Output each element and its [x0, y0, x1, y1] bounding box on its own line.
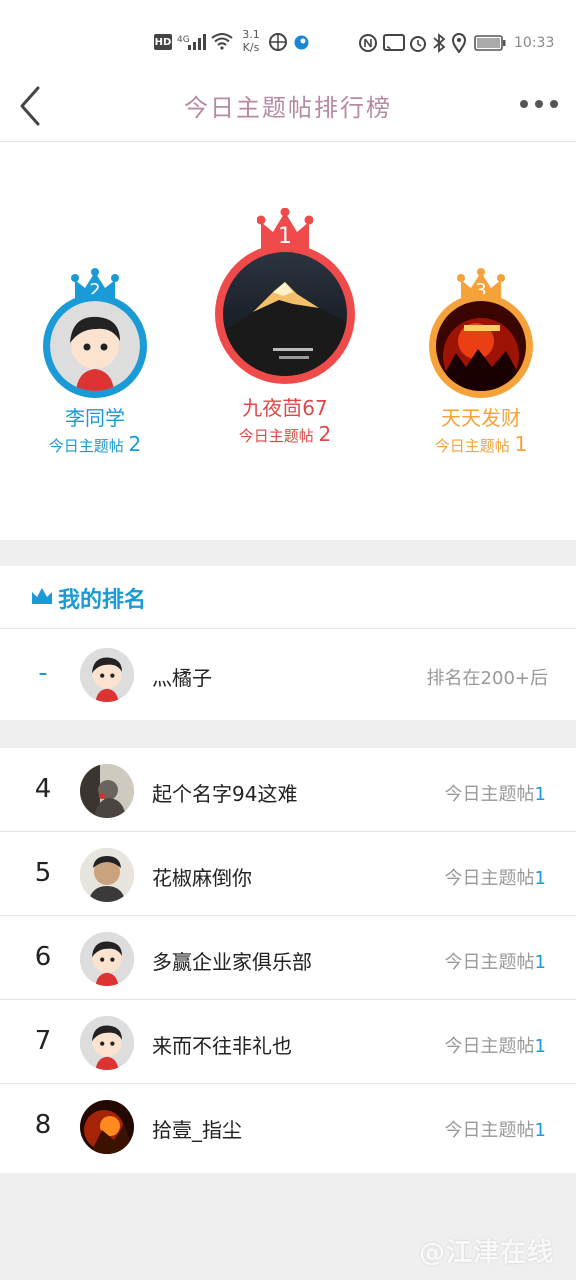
- podium-name: 九夜茴67: [242, 396, 328, 420]
- list-item[interactable]: 4 起个名字94这难 今日主题帖1: [0, 748, 576, 832]
- post-count: 今日主题帖1: [445, 864, 546, 890]
- podium-first[interactable]: 1 九夜茴67 今日主题帖 2: [210, 208, 360, 448]
- rank-status: 排名在200+后: [426, 668, 548, 689]
- count-label: 今日主题帖: [444, 1120, 535, 1141]
- user-name: 来而不往非礼也: [152, 1034, 292, 1058]
- count-label: 今日主题帖: [434, 437, 510, 455]
- location-icon: [451, 33, 467, 53]
- my-rank-section: 我的排名 - 灬橘子 排名在200+后: [0, 566, 576, 720]
- list-item[interactable]: 6 多赢企业家俱乐部 今日主题帖1: [0, 916, 576, 1000]
- rank-number: -: [38, 658, 48, 688]
- rank-number: 5: [34, 858, 52, 888]
- count-label: 今日主题帖: [48, 437, 124, 455]
- default-avatar-image: [80, 1016, 134, 1070]
- ranking-list: 4 起个名字94这难 今日主题帖1 5 花椒麻倒你 今日主题帖1 6 多赢企业家…: [0, 748, 576, 1173]
- count-value: 2: [318, 422, 332, 446]
- default-avatar-image: [80, 648, 134, 702]
- nav-bar: 今日主题帖排行榜: [0, 80, 576, 142]
- rank-number: 4: [34, 774, 52, 804]
- avatar: [429, 294, 533, 398]
- battery-icon: [474, 35, 506, 51]
- user-name: 灬橘子: [152, 666, 212, 690]
- hd-badge: HD: [154, 34, 172, 50]
- speed-value: 3.1: [242, 28, 260, 41]
- list-item[interactable]: 7 来而不往非礼也 今日主题帖1: [0, 1000, 576, 1084]
- user-photo-image: [80, 848, 134, 902]
- user-photo-image: [80, 1100, 134, 1154]
- speed-unit: K/s: [242, 41, 260, 54]
- nfc-icon: [359, 34, 377, 52]
- podium-second[interactable]: 2 李同学 今日主题帖 2: [30, 268, 160, 458]
- bluetooth-icon: [433, 33, 446, 53]
- list-item[interactable]: 5 花椒麻倒你 今日主题帖1: [0, 832, 576, 916]
- avatar: [80, 1100, 134, 1154]
- user-name: 拾壹_指尘: [152, 1118, 242, 1142]
- podium: 2 李同学 今日主题帖 2 1 九夜茴67 今日主题帖 2 3 天天发财 今日主…: [0, 142, 576, 540]
- mountain-avatar-image: [223, 252, 347, 376]
- default-avatar-image: [50, 301, 140, 391]
- podium-count: 今日主题帖 2: [210, 422, 360, 446]
- rank-number: 6: [34, 942, 52, 972]
- my-rank-row[interactable]: - 灬橘子 排名在200+后: [0, 630, 576, 720]
- network-speed: 3.1 K/s: [240, 28, 262, 54]
- rank-number: 7: [34, 1026, 52, 1056]
- more-button[interactable]: [520, 98, 558, 110]
- avatar: [43, 294, 147, 398]
- avatar: [80, 932, 134, 986]
- status-bar: HD 4G 3.1 K/s 10:33: [0, 0, 576, 80]
- podium-count: 今日主题帖 1: [416, 432, 546, 456]
- my-rank-title: 我的排名: [58, 588, 147, 613]
- cast-icon: [383, 34, 405, 51]
- alarm-icon: [410, 36, 426, 52]
- avatar: [80, 848, 134, 902]
- app-dot-icon: [294, 35, 309, 50]
- count-value: 1: [514, 432, 528, 456]
- post-count: 今日主题帖1: [445, 1116, 546, 1142]
- count-value: 1: [534, 868, 546, 889]
- post-count: 今日主题帖1: [445, 780, 546, 806]
- podium-name: 天天发财: [441, 406, 521, 430]
- user-name: 起个名字94这难: [152, 782, 298, 806]
- rank-number: 8: [34, 1110, 52, 1140]
- podium-name: 李同学: [65, 406, 125, 430]
- default-avatar-image: [80, 932, 134, 986]
- count-label: 今日主题帖: [444, 868, 535, 889]
- count-value: 2: [128, 432, 142, 456]
- avatar: [80, 764, 134, 818]
- more-dots-icon: [550, 100, 558, 108]
- count-value: 1: [534, 1120, 546, 1141]
- watermark: @江津在线: [418, 1238, 554, 1268]
- count-label: 今日主题帖: [444, 784, 535, 805]
- crown-icon: [32, 588, 52, 604]
- count-value: 1: [534, 784, 546, 805]
- fireworks-avatar-image: [436, 301, 526, 391]
- user-photo-image: [80, 764, 134, 818]
- post-count: 今日主题帖1: [445, 1032, 546, 1058]
- my-rank-header: 我的排名: [0, 566, 576, 629]
- user-name: 花椒麻倒你: [152, 866, 252, 890]
- podium-third[interactable]: 3 天天发财 今日主题帖 1: [416, 268, 546, 458]
- count-label: 今日主题帖: [238, 427, 314, 445]
- avatar: [80, 648, 134, 702]
- page-title: 今日主题帖排行榜: [184, 94, 392, 122]
- more-dots-icon: [520, 100, 528, 108]
- avatar: [215, 244, 355, 384]
- post-count: 今日主题帖1: [445, 948, 546, 974]
- count-value: 1: [534, 952, 546, 973]
- podium-count: 今日主题帖 2: [30, 432, 160, 456]
- avatar: [80, 1016, 134, 1070]
- user-name: 多赢企业家俱乐部: [152, 950, 312, 974]
- more-dots-icon: [535, 100, 543, 108]
- signal-icon: [188, 34, 206, 50]
- wifi-icon: [211, 33, 233, 50]
- list-item[interactable]: 8 拾壹_指尘 今日主题帖1: [0, 1084, 576, 1168]
- clock: 10:33: [514, 35, 555, 51]
- count-value: 1: [534, 1036, 546, 1057]
- count-label: 今日主题帖: [444, 952, 535, 973]
- count-label: 今日主题帖: [444, 1036, 535, 1057]
- globe-icon: [269, 33, 287, 51]
